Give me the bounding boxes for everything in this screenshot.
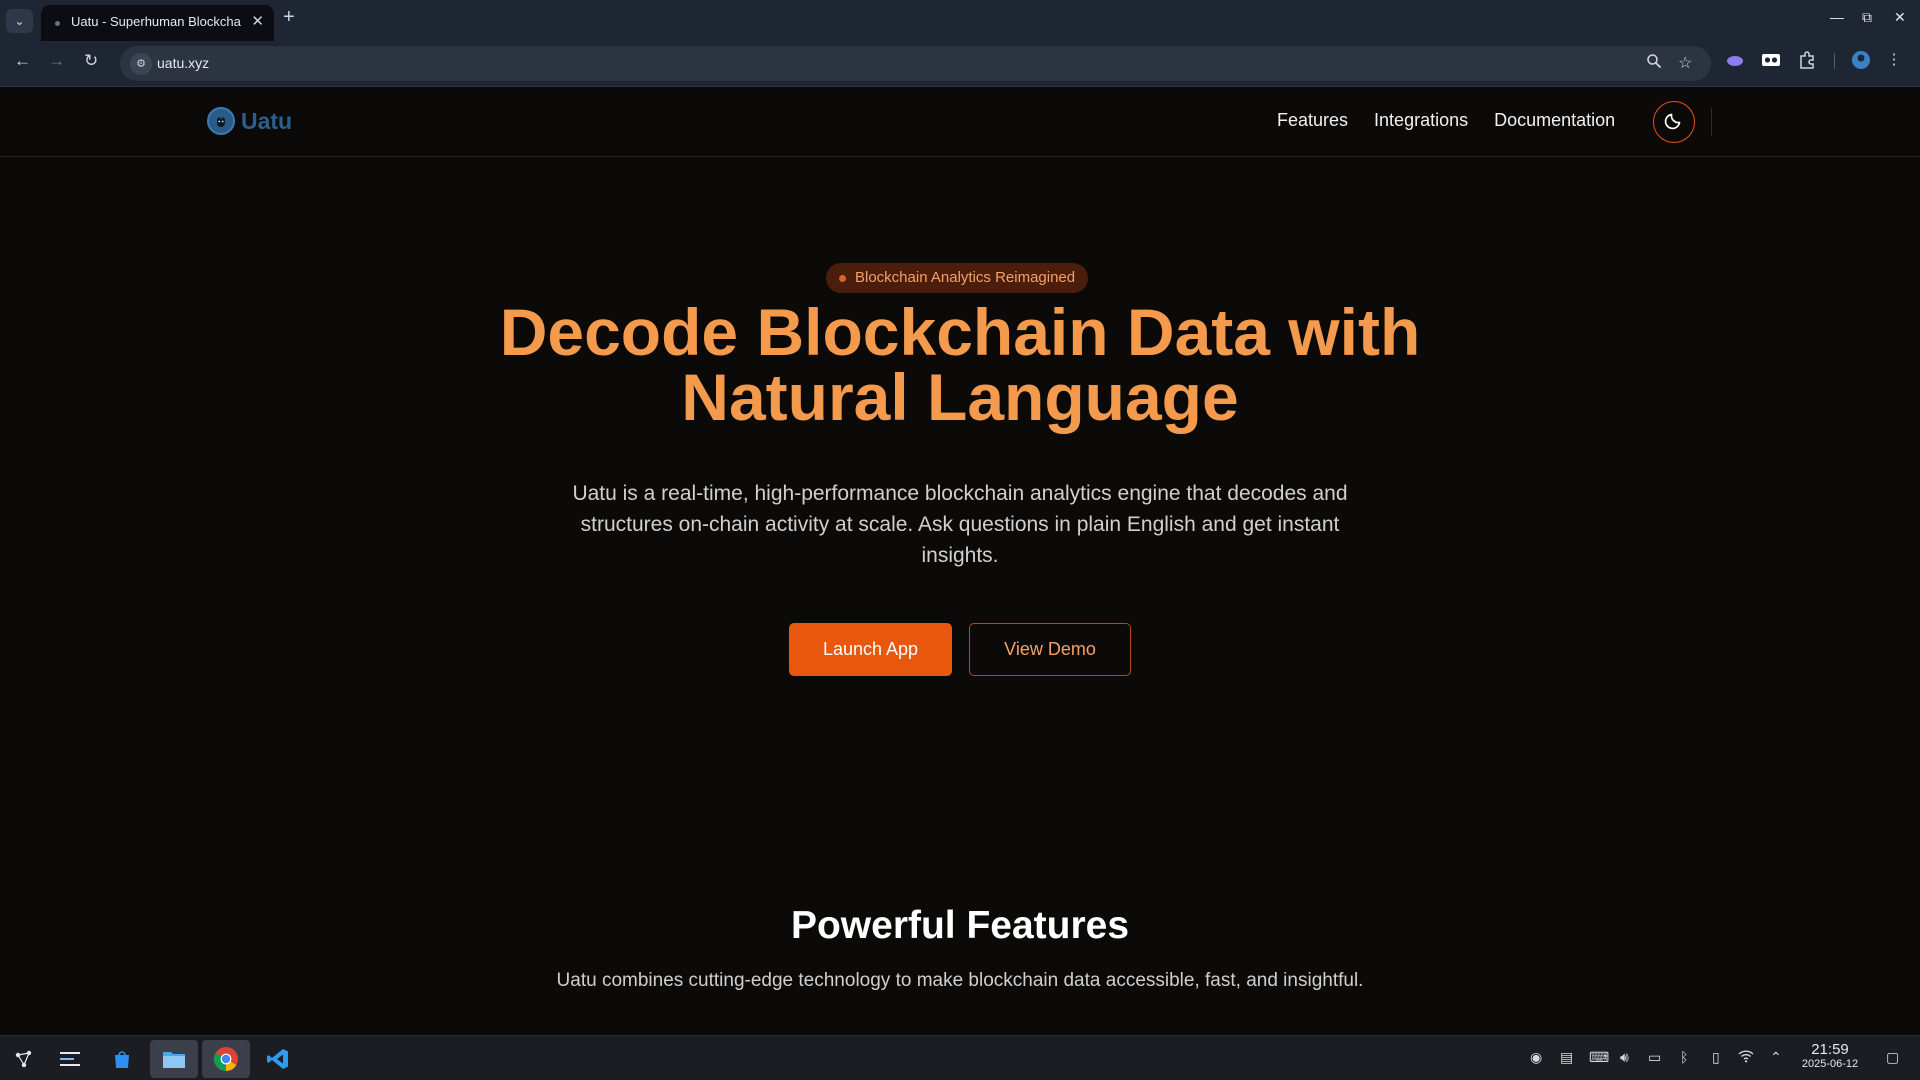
task-manager-icon[interactable]: [46, 1040, 94, 1078]
os-taskbar: ◉ ▤ ⌨ 🔊︎ ▭ ᛒ ▯ ⌃ 21:59 2025-06-12 ▢: [0, 1035, 1920, 1080]
file-manager-icon[interactable]: [150, 1040, 198, 1078]
extension-glasses-icon[interactable]: [1761, 50, 1781, 70]
tray-usb-icon[interactable]: ▯: [1712, 1049, 1720, 1066]
tab-close-icon[interactable]: ✕: [251, 12, 264, 30]
reload-icon[interactable]: ↻: [84, 51, 98, 71]
tray-bluetooth-icon[interactable]: ᛒ: [1680, 1049, 1688, 1065]
moon-icon: [1664, 110, 1684, 135]
browser-tab-bar: ⌄ Uatu - Superhuman Blockchain ✕ + — ⧉ ✕: [0, 0, 1920, 41]
tab-search-button[interactable]: ⌄: [6, 9, 33, 33]
store-app-icon[interactable]: [98, 1040, 146, 1078]
window-close-icon[interactable]: ✕: [1894, 9, 1906, 26]
tray-expand-icon[interactable]: ⌃: [1770, 1049, 1782, 1066]
features-subtitle: Uatu combines cutting-edge technology to…: [556, 970, 1364, 991]
hero-badge-label: Blockchain Analytics Reimagined: [855, 269, 1076, 286]
site-info-icon[interactable]: ⚙: [130, 53, 152, 75]
uatu-logo-icon: [207, 107, 235, 135]
profile-avatar[interactable]: [1851, 50, 1871, 70]
browser-tab[interactable]: Uatu - Superhuman Blockchain ✕: [41, 5, 274, 41]
toolbar-divider: [1834, 53, 1835, 69]
brand-name: Uatu: [241, 107, 293, 134]
web-page: Uatu Features Integrations Documentation…: [0, 87, 1920, 1035]
new-tab-button[interactable]: +: [283, 6, 295, 29]
tray-update-icon[interactable]: ◉: [1530, 1049, 1542, 1066]
show-desktop-icon[interactable]: ▢: [1886, 1049, 1899, 1066]
hero-title: Decode Blockchain Data with Natural Lang…: [360, 299, 1560, 430]
view-demo-button[interactable]: View Demo: [969, 623, 1131, 676]
badge-dot-icon: [839, 275, 846, 282]
hero-subtitle: Uatu is a real-time, high-performance bl…: [572, 482, 1348, 567]
app-launcher-icon[interactable]: [0, 1040, 48, 1078]
clock-date: 2025-06-12: [1801, 1058, 1859, 1070]
extensions-puzzle-icon[interactable]: [1797, 50, 1817, 70]
nav-link-documentation[interactable]: Documentation: [1494, 110, 1615, 131]
bookmark-star-icon[interactable]: ☆: [1678, 53, 1692, 73]
extension-cloud-icon[interactable]: [1725, 50, 1745, 70]
hero-title-line-2: Natural Language: [681, 360, 1239, 434]
url-text[interactable]: uatu.xyz: [157, 55, 209, 71]
tray-battery-icon[interactable]: ▭: [1648, 1049, 1661, 1066]
hero-title-line-1: Decode Blockchain Data with: [499, 295, 1421, 369]
vscode-app-icon[interactable]: [254, 1040, 302, 1078]
theme-toggle-button[interactable]: [1653, 101, 1695, 143]
nav-link-features[interactable]: Features: [1277, 110, 1348, 131]
clock-time: 21:59: [1811, 1041, 1849, 1058]
zoom-icon[interactable]: [1646, 53, 1662, 74]
back-arrow-icon[interactable]: ←: [14, 51, 31, 71]
forward-arrow-icon[interactable]: →: [48, 51, 65, 71]
header-divider: [1711, 108, 1712, 136]
browser-menu-icon[interactable]: ⋮: [1884, 50, 1904, 70]
features-heading: Powerful Features: [790, 904, 1130, 947]
hero-badge: Blockchain Analytics Reimagined: [826, 263, 1089, 293]
browser-toolbar: ← → ↻ ⚙ uatu.xyz ☆: [0, 41, 1920, 87]
tab-favicon-icon: [55, 21, 60, 26]
brand-logo-link[interactable]: Uatu: [207, 107, 292, 135]
tray-volume-icon[interactable]: 🔊︎: [1620, 1049, 1629, 1066]
launch-app-button[interactable]: Launch App: [789, 623, 952, 676]
tray-clipboard-icon[interactable]: ▤: [1560, 1049, 1573, 1066]
address-bar[interactable]: ⚙ uatu.xyz ☆: [120, 46, 1711, 81]
minimize-icon[interactable]: —: [1830, 9, 1844, 25]
site-header: Uatu Features Integrations Documentation: [0, 87, 1920, 157]
maximize-icon[interactable]: ⧉: [1862, 9, 1872, 26]
tray-keyboard-icon[interactable]: ⌨: [1589, 1049, 1609, 1066]
main-nav: Features Integrations Documentation: [1277, 110, 1641, 131]
tab-title: Uatu - Superhuman Blockchain: [71, 14, 241, 29]
taskbar-clock[interactable]: 21:59 2025-06-12: [1791, 1041, 1869, 1070]
chrome-app-icon[interactable]: [202, 1040, 250, 1078]
tray-wifi-icon[interactable]: [1738, 1049, 1754, 1066]
nav-link-integrations[interactable]: Integrations: [1374, 110, 1468, 131]
